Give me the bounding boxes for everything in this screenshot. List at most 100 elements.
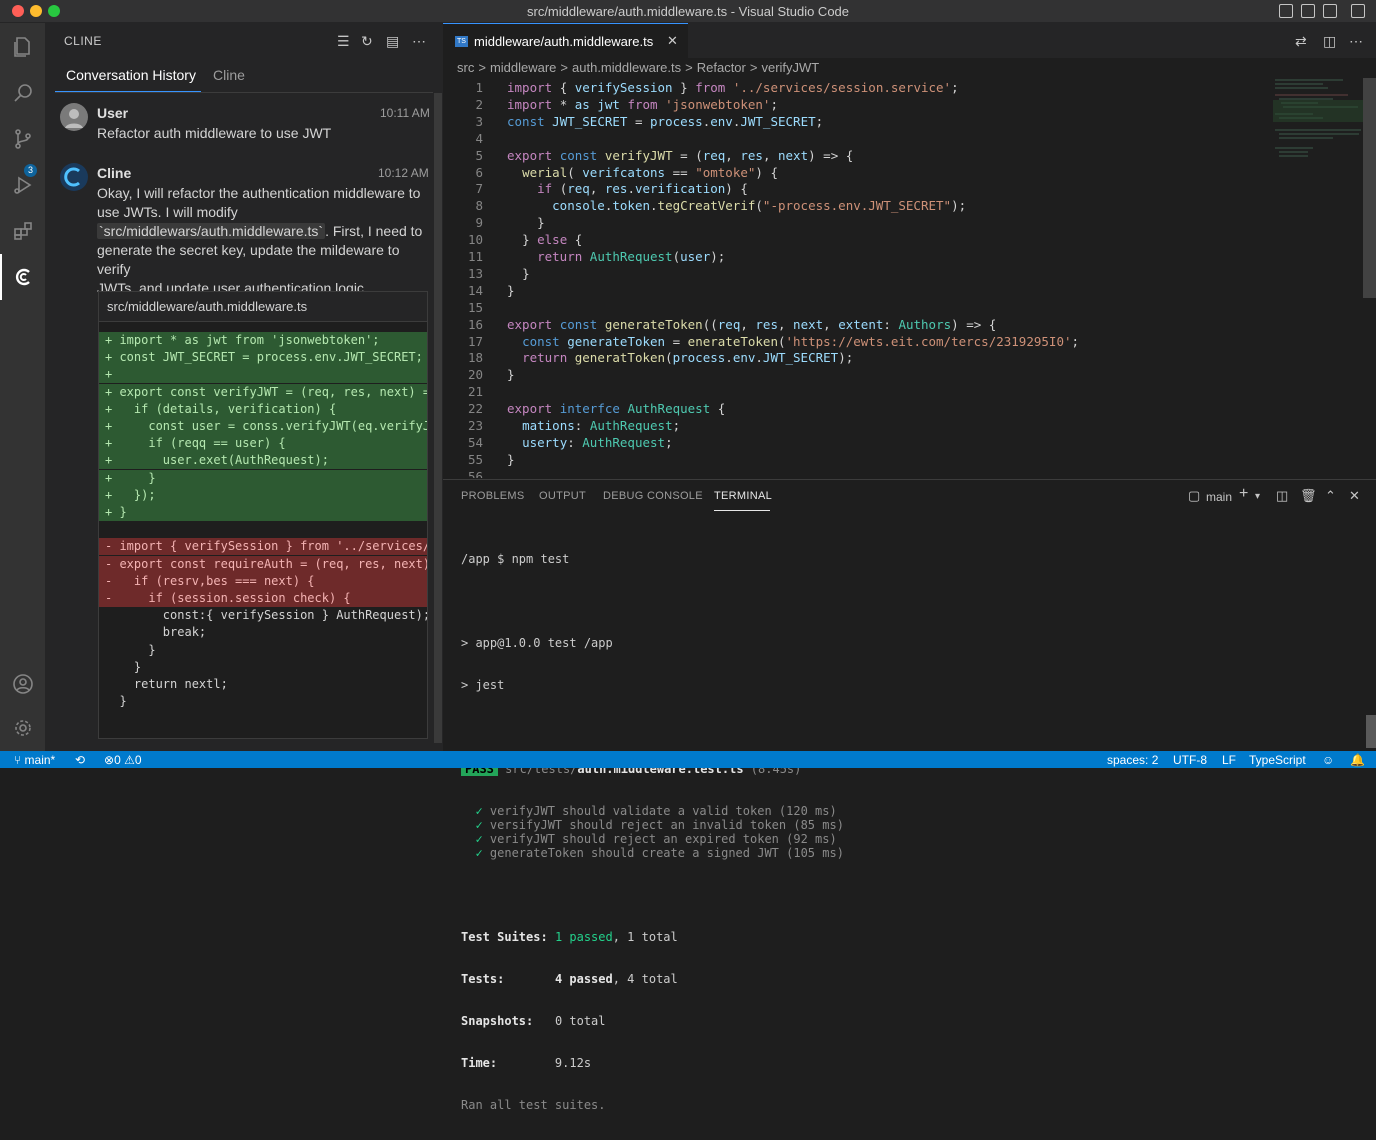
message-author: User [97, 105, 129, 121]
code-line[interactable]: 11 return AuthRequest(user); [443, 248, 1343, 265]
tab-problems[interactable]: PROBLEMS [461, 490, 525, 502]
diff-line-added: + import * as jwt from 'jsonwebtoken'; [99, 332, 427, 349]
close-tab-icon[interactable]: ✕ [667, 33, 678, 49]
code-line[interactable]: 6 werial( verifcatons == "omtoke") { [443, 164, 1343, 181]
code-line[interactable]: 1 import { verifySession } from '../servi… [443, 79, 1343, 96]
tab-output[interactable]: OUTPUT [539, 490, 586, 502]
encoding-status[interactable]: UTF-8 [1173, 753, 1207, 767]
code-line[interactable]: 56 [443, 468, 1343, 478]
code-line[interactable]: 14} [443, 282, 1343, 299]
customize-layout-icon[interactable] [1351, 4, 1365, 18]
terminal-scrollbar[interactable] [1366, 715, 1376, 748]
code-line[interactable]: 4 [443, 130, 1343, 147]
terminal-line: > app@1.0.0 test /app [461, 636, 613, 650]
line-number: 10 [467, 232, 483, 248]
sync-icon[interactable]: ⟲ [75, 753, 85, 767]
editor-scrollbar[interactable] [1363, 78, 1376, 298]
editor-tab-active[interactable]: TS middleware/auth.middleware.ts ✕ [443, 23, 688, 58]
new-terminal-icon[interactable]: + [1239, 485, 1248, 503]
code-line[interactable]: 18 return generatToken(process.env.JWT_S… [443, 349, 1343, 366]
message-text: Refactor auth middleware to use JWT [97, 125, 332, 141]
code-line[interactable]: 9 } [443, 214, 1343, 231]
terminal-output[interactable]: /app $ npm test > app@1.0.0 test /app > … [461, 524, 844, 1140]
branch-status[interactable]: ⑂ main* [14, 753, 55, 767]
close-panel-icon[interactable]: ✕ [1349, 488, 1360, 504]
diff-file-name[interactable]: src/middleware/auth.middleware.ts [107, 299, 307, 314]
maximize-panel-icon[interactable]: ⌃ [1325, 488, 1336, 504]
minimap[interactable] [1273, 78, 1363, 168]
breadcrumb-item[interactable]: src [457, 60, 474, 75]
diff-line-context: } [105, 659, 142, 674]
terminal-shell-icon: ▢ [1188, 488, 1201, 503]
extensions-button[interactable] [0, 208, 45, 254]
code-line[interactable]: 13 } [443, 265, 1343, 282]
list-filter-icon[interactable]: ☰ [337, 33, 350, 50]
code-line[interactable]: 5 export const verifyJWT = (req, res, nex… [443, 147, 1343, 164]
code-line[interactable]: 16 export const generateToken((req, res, … [443, 316, 1343, 333]
breadcrumb-item[interactable]: verifyJWT [761, 60, 819, 75]
eol-status[interactable]: LF [1222, 753, 1236, 767]
diff-line-removed: - if (session.session check) { [99, 590, 427, 607]
code-line[interactable]: 17 const generateToken = enerateToken('h… [443, 333, 1343, 350]
more-actions-icon[interactable]: ⋯ [412, 33, 426, 50]
code-line[interactable]: 54 userty: AuthRequest; [443, 434, 1343, 451]
code-line[interactable]: 15 [443, 299, 1343, 316]
notifications-icon[interactable]: 🔔 [1350, 753, 1365, 767]
manage-button[interactable] [0, 705, 45, 751]
diff-line-added: + [99, 366, 427, 384]
breadcrumb-item[interactable]: middleware [490, 60, 556, 75]
line-number: 11 [467, 249, 483, 264]
code-line[interactable]: 21 [443, 383, 1343, 400]
accounts-button[interactable] [0, 661, 45, 707]
line-number: 22 [467, 401, 483, 417]
breadcrumb: src > middleware > auth.middleware.ts > Refact… [457, 60, 823, 78]
code-line[interactable]: 7 if (req, res.verification) { [443, 180, 1343, 197]
code-line[interactable]: 8 console.token.tegCreatVerif("-process.… [443, 197, 1343, 214]
message-author: Cline [97, 165, 132, 181]
diff-line-context: const:{ verifySession } AuthRequest); [105, 608, 428, 623]
source-control-button[interactable] [0, 116, 45, 162]
tab-cline[interactable]: Cline [213, 67, 245, 83]
cline-button[interactable] [0, 254, 45, 300]
breadcrumb-item[interactable]: Refactor [697, 60, 746, 75]
code-line[interactable]: 55} [443, 451, 1343, 468]
code-line[interactable]: 23 mations: AuthRequest; [443, 417, 1343, 434]
code-line[interactable]: 22 export interfce AuthRequest { [443, 400, 1343, 417]
feedback-icon[interactable]: ☺ [1322, 753, 1334, 767]
code-line[interactable]: 10 } else { [443, 231, 1343, 248]
chevron-down-icon[interactable]: ▾ [1255, 491, 1260, 502]
diff-header: src/middleware/auth.middleware.ts [99, 292, 427, 322]
line-content: return AuthRequest(user); [537, 249, 726, 264]
history-icon[interactable]: ▤ [386, 33, 399, 50]
search-button[interactable] [0, 70, 45, 116]
gear-icon [14, 720, 31, 736]
more-actions-icon[interactable]: ⋯ [1349, 33, 1363, 50]
toggle-secondary-sidebar-icon[interactable] [1323, 4, 1337, 18]
refresh-icon[interactable]: ↻ [361, 33, 373, 50]
open-changes-icon[interactable]: ⇄ [1295, 33, 1307, 50]
code-line[interactable]: 20} [443, 366, 1343, 383]
message-time: 10:12 AM [378, 166, 429, 180]
code-line[interactable]: 3 const JWT_SECRET = process.env.JWT_SECR… [443, 113, 1343, 130]
terminal-name[interactable]: main [1206, 490, 1232, 504]
tab-terminal[interactable]: TERMINAL [714, 490, 772, 502]
tab-debug-console[interactable]: DEBUG CONSOLE [603, 490, 703, 502]
toggle-panel-icon[interactable] [1301, 4, 1315, 18]
split-editor-icon[interactable]: ◫ [1323, 33, 1336, 50]
message-time: 10:11 AM [380, 106, 430, 120]
code-editor[interactable]: 1 import { verifySession } from '../servi… [443, 78, 1363, 478]
sidebar-scrollbar[interactable] [434, 93, 442, 743]
run-debug-button[interactable] [0, 162, 45, 208]
line-content: import * as jwt from 'jsonwebtoken'; [507, 96, 778, 112]
split-terminal-icon[interactable]: ◫ [1276, 488, 1288, 504]
source-control-icon [14, 129, 31, 149]
problems-status[interactable]: ⊗0 ⚠0 [104, 753, 142, 767]
code-line[interactable]: 2 import * as jwt from 'jsonwebtoken'; [443, 96, 1343, 113]
explorer-button[interactable] [0, 24, 45, 70]
trash-icon[interactable]: 🗑 [1300, 488, 1317, 504]
toggle-primary-sidebar-icon[interactable] [1279, 4, 1293, 18]
indentation-status[interactable]: spaces: 2 [1107, 753, 1158, 767]
breadcrumb-item[interactable]: auth.middleware.ts [572, 60, 681, 75]
language-status[interactable]: TypeScript [1249, 753, 1306, 767]
tab-conversation-history[interactable]: Conversation History [66, 67, 196, 83]
